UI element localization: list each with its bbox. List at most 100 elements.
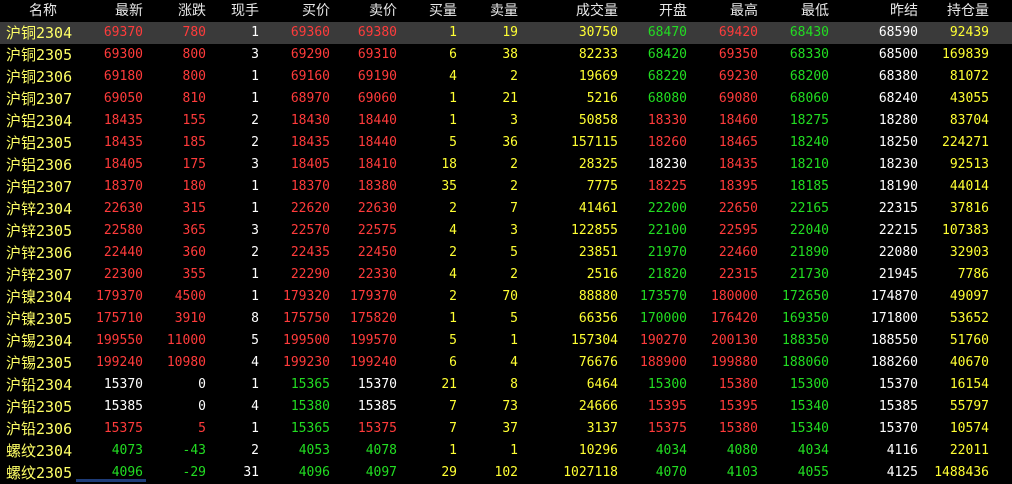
contract-name[interactable]: 沪铜2306: [6, 66, 72, 88]
col-header-bid-vol[interactable]: 买量: [429, 0, 457, 22]
quote-row[interactable]: 螺纹2305 4096 -29 31 4096 4097 29 102 1027118 4070 4…: [0, 462, 1012, 484]
col-header-open-interest[interactable]: 持仓量: [947, 0, 989, 22]
col-header-low[interactable]: 最低: [801, 0, 829, 22]
quote-row[interactable]: 沪锌2307 22300 355 1 22290 22330 4 2 2516 21820 2231…: [0, 264, 1012, 286]
cell-open-interest: 7786: [957, 267, 989, 282]
contract-name[interactable]: 沪铝2304: [6, 110, 72, 132]
cell-volume: 50858: [578, 113, 618, 128]
quote-row[interactable]: 沪铜2304 69370 780 1 69360 69380 1 19 30750 68470 69…: [0, 22, 1012, 44]
quote-row[interactable]: 沪镍2305 175710 3910 8 175750 175820 1 5 66356 1700…: [0, 308, 1012, 330]
cell-high: 22460: [718, 245, 758, 260]
col-header-ask-vol[interactable]: 卖量: [490, 0, 518, 22]
contract-name[interactable]: 沪锌2307: [6, 264, 72, 286]
quote-row[interactable]: 沪铅2306 15375 5 1 15365 15375 7 37 3137 15375 15380…: [0, 418, 1012, 440]
quote-board: 名称 最新 涨跌 现手 买价 卖价 买量 卖量 成交量 开盘 最高 最低 昨结 …: [0, 0, 1012, 482]
cell-bid: 69290: [290, 47, 330, 62]
quote-row[interactable]: 沪锌2304 22630 315 1 22620 22630 2 7 41461 22200 226…: [0, 198, 1012, 220]
cell-open-interest: 81072: [949, 69, 989, 84]
col-header-name[interactable]: 名称: [0, 0, 86, 22]
col-header-lot[interactable]: 现手: [231, 0, 259, 22]
cell-latest: 22580: [103, 223, 143, 238]
cell-ask: 15370: [357, 377, 397, 392]
contract-name[interactable]: 沪锡2305: [6, 352, 72, 374]
quote-row[interactable]: 沪铅2304 15370 0 1 15365 15370 21 8 6464 15300 15380…: [0, 374, 1012, 396]
cell-low: 172650: [782, 289, 829, 304]
quote-row[interactable]: 沪铝2307 18370 180 1 18370 18380 35 2 7775 18225 183…: [0, 176, 1012, 198]
cell-bid: 18370: [290, 179, 330, 194]
cell-latest: 69180: [103, 69, 143, 84]
quote-row[interactable]: 沪锡2305 199240 10980 4 199230 199240 6 4 76676 188…: [0, 352, 1012, 374]
cell-change: 185: [182, 135, 206, 150]
col-header-open[interactable]: 开盘: [659, 0, 687, 22]
quote-row[interactable]: 沪锌2305 22580 365 3 22570 22575 4 3 122855 22100 22…: [0, 220, 1012, 242]
quote-row[interactable]: 沪铅2305 15385 0 4 15380 15385 7 73 24666 15395 1539…: [0, 396, 1012, 418]
cell-bid-vol: 7: [449, 421, 457, 436]
cell-lot: 8: [251, 311, 259, 326]
cell-low: 188350: [782, 333, 829, 348]
col-header-prev-settle[interactable]: 昨结: [890, 0, 918, 22]
quote-row[interactable]: 沪镍2304 179370 4500 1 179320 179370 2 70 88880 173…: [0, 286, 1012, 308]
cell-lot: 2: [251, 135, 259, 150]
cell-low: 4055: [797, 465, 829, 480]
cell-high: 180000: [711, 289, 758, 304]
cell-bid-vol: 18: [441, 157, 457, 172]
quote-row[interactable]: 沪铝2305 18435 185 2 18435 18440 5 36 157115 18260 1…: [0, 132, 1012, 154]
contract-name[interactable]: 沪镍2305: [6, 308, 72, 330]
contract-name[interactable]: 沪铜2307: [6, 88, 72, 110]
quote-row[interactable]: 沪锡2304 199550 11000 5 199500 199570 5 1 157304 19…: [0, 330, 1012, 352]
cell-change: 800: [182, 47, 206, 62]
contract-name[interactable]: 沪铅2305: [6, 396, 72, 418]
col-header-bid[interactable]: 买价: [302, 0, 330, 22]
cell-latest: 4073: [111, 443, 143, 458]
contract-name[interactable]: 沪铜2304: [6, 22, 72, 44]
cell-prev-settle: 174870: [871, 289, 918, 304]
contract-name[interactable]: 沪铝2306: [6, 154, 72, 176]
cell-lot: 31: [243, 465, 259, 480]
cell-bid: 15380: [290, 399, 330, 414]
quote-row[interactable]: 沪铝2306 18405 175 3 18405 18410 18 2 28325 18230 18…: [0, 154, 1012, 176]
contract-name[interactable]: 沪铅2304: [6, 374, 72, 396]
quote-row[interactable]: 沪铜2307 69050 810 1 68970 69060 1 21 5216 68080 690…: [0, 88, 1012, 110]
contract-name[interactable]: 螺纹2305: [6, 462, 72, 484]
cell-high: 200130: [711, 333, 758, 348]
cell-latest: 69050: [103, 91, 143, 106]
cell-volume: 1027118: [563, 465, 618, 480]
contract-name[interactable]: 沪镍2304: [6, 286, 72, 308]
cell-bid: 22620: [290, 201, 330, 216]
col-header-latest[interactable]: 最新: [115, 0, 143, 22]
cell-bid-vol: 29: [441, 465, 457, 480]
cell-open-interest: 22011: [949, 443, 989, 458]
contract-name[interactable]: 沪铜2305: [6, 44, 72, 66]
contract-name[interactable]: 沪铝2305: [6, 132, 72, 154]
cell-prev-settle: 18230: [878, 157, 918, 172]
cell-high: 69350: [718, 47, 758, 62]
contract-name[interactable]: 螺纹2304: [6, 440, 72, 462]
cell-open: 190270: [640, 333, 687, 348]
quote-row[interactable]: 沪铜2306 69180 800 1 69160 69190 4 2 19669 68220 692…: [0, 66, 1012, 88]
contract-name[interactable]: 沪锌2305: [6, 220, 72, 242]
cell-latest: 22300: [103, 267, 143, 282]
contract-name[interactable]: 沪铅2306: [6, 418, 72, 440]
cell-prev-settle: 68380: [878, 69, 918, 84]
contract-name[interactable]: 沪铝2307: [6, 176, 72, 198]
quote-row[interactable]: 沪铝2304 18435 155 2 18430 18440 1 3 50858 18330 184…: [0, 110, 1012, 132]
cell-high: 18435: [718, 157, 758, 172]
contract-name[interactable]: 沪锡2304: [6, 330, 72, 352]
cell-volume: 2516: [586, 267, 618, 282]
cell-prev-settle: 188550: [871, 333, 918, 348]
col-header-ask[interactable]: 卖价: [369, 0, 397, 22]
quote-row[interactable]: 沪锌2306 22440 360 2 22435 22450 2 5 23851 21970 224…: [0, 242, 1012, 264]
cell-bid-vol: 21: [441, 377, 457, 392]
quote-row[interactable]: 螺纹2304 4073 -43 2 4053 4078 1 1 10296 4034 4080 403…: [0, 440, 1012, 462]
cell-open: 18230: [647, 157, 687, 172]
cell-ask: 69060: [357, 91, 397, 106]
cell-latest: 179370: [96, 289, 143, 304]
contract-name[interactable]: 沪锌2306: [6, 242, 72, 264]
cell-lot: 1: [251, 267, 259, 282]
col-header-high[interactable]: 最高: [730, 0, 758, 22]
col-header-volume[interactable]: 成交量: [576, 0, 618, 22]
col-header-change[interactable]: 涨跌: [178, 0, 206, 22]
contract-name[interactable]: 沪锌2304: [6, 198, 72, 220]
quote-row[interactable]: 沪铜2305 69300 800 3 69290 69310 6 38 82233 68420 69…: [0, 44, 1012, 66]
cell-volume: 66356: [578, 311, 618, 326]
